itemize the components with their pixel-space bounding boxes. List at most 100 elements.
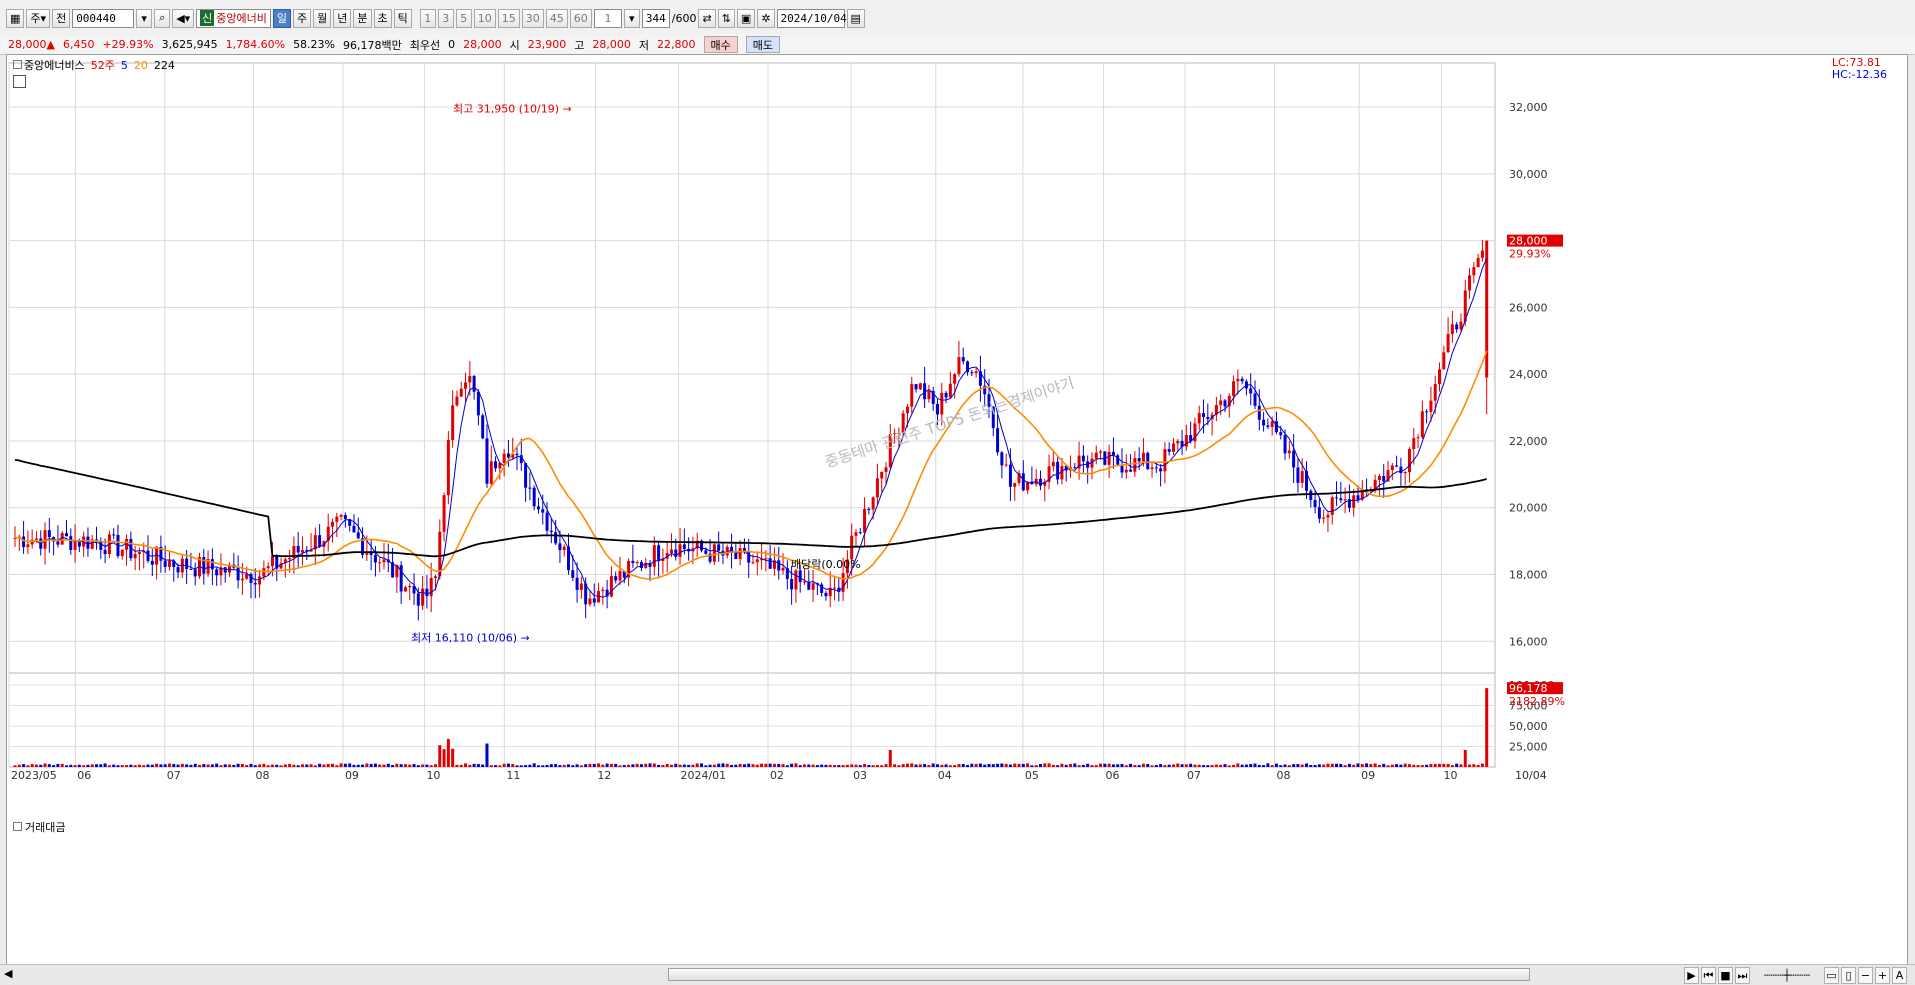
candle-body [1146, 452, 1150, 470]
interval-45-button[interactable]: 45 [545, 8, 568, 28]
volume-bar [494, 765, 498, 767]
interval-30-button[interactable]: 30 [521, 8, 544, 28]
candle-body [1240, 378, 1244, 382]
candle-body [824, 592, 828, 597]
candle-body [356, 532, 360, 539]
period-week-button[interactable]: 주 [293, 8, 312, 28]
candle-body [266, 566, 270, 569]
mode-prev-button[interactable]: 전 [52, 8, 71, 28]
open-label: 시 [509, 38, 520, 52]
save-icon[interactable]: ▣ [736, 8, 756, 28]
period-day-button[interactable]: 일 [272, 8, 292, 28]
candle-body [657, 545, 661, 562]
volume-bar [687, 764, 691, 767]
period-tick-button[interactable]: 틱 [393, 8, 412, 28]
period-month-button[interactable]: 월 [313, 8, 332, 28]
candle-body [1403, 472, 1407, 474]
candle-body [1073, 467, 1077, 469]
compare-icon[interactable]: ⇄ [698, 8, 716, 28]
volume-bar [309, 764, 313, 767]
candle-body [1279, 432, 1283, 436]
indicator-icon[interactable]: ⇅ [717, 8, 735, 28]
volume-bar [361, 764, 365, 767]
settings-gear-icon[interactable]: ✲ [757, 8, 775, 28]
interval-10-button[interactable]: 10 [473, 8, 496, 28]
zoom-slider[interactable]: ┄┄┄┼┄┄┄ [1752, 968, 1822, 983]
grid-toggle-icon[interactable] [13, 75, 26, 88]
volume-bar [815, 765, 819, 767]
interval-3-button[interactable]: 3 [437, 8, 454, 28]
multiplier-dropdown-icon[interactable]: ▾ [623, 8, 640, 28]
toolbar: ▦ 주 ▾ 전 000440 ▾ ⌕ ◀▾ 신 중앙에너비 일 주 월 년 분 초 … [0, 0, 1915, 35]
chart-menu-icon[interactable]: ▦ [6, 8, 25, 28]
interval-5-button[interactable]: 5 [455, 8, 472, 28]
volume-bar [1270, 765, 1274, 767]
price-axis-label: 32,000 [1509, 101, 1548, 114]
candle-body [253, 582, 257, 585]
volume-bar [1253, 763, 1257, 767]
scroll-right-icon[interactable]: ▶ [1684, 967, 1699, 984]
candle-body [1407, 449, 1411, 473]
font-icon[interactable]: A [1892, 967, 1907, 984]
layout-icon[interactable]: ▭ [1824, 967, 1839, 984]
candle-body [794, 570, 798, 590]
search-icon[interactable]: ⌕ [154, 8, 171, 28]
volume-bar [1365, 763, 1369, 767]
stop-icon[interactable]: ■ [1718, 967, 1733, 984]
chart-scrollbar[interactable]: ◀ ▶ ⏮ ■ ⏭ ┄┄┄┼┄┄┄ ▭ ▯ − + A [0, 964, 1915, 985]
period-year-button[interactable]: 년 [333, 8, 352, 28]
sell-button[interactable]: 매도 [745, 36, 780, 53]
stock-code-input[interactable]: 000440 [72, 8, 135, 28]
interval-15-button[interactable]: 15 [497, 8, 520, 28]
volume-bar [691, 764, 695, 767]
scroll-left-icon[interactable]: ◀ [4, 967, 12, 980]
zoom-out-icon[interactable]: − [1858, 967, 1873, 984]
volume-bar [275, 764, 279, 767]
candle-body [910, 384, 914, 407]
volume-bar [1455, 763, 1459, 767]
split-icon[interactable]: ▯ [1841, 967, 1856, 984]
last-icon[interactable]: ⏭ [1735, 967, 1750, 984]
candle-body [56, 541, 60, 545]
volume-bar [1090, 765, 1094, 767]
scrollbar-thumb[interactable] [668, 968, 1530, 981]
first-icon[interactable]: ⏮ [1701, 967, 1716, 984]
candle-body [953, 374, 957, 384]
time-axis-label: 08 [255, 769, 269, 782]
multiplier-input[interactable]: 1 [593, 8, 622, 28]
volume-bar [781, 764, 785, 767]
date-input[interactable]: 2024/10/04 [776, 8, 847, 28]
volume-bar [1330, 763, 1334, 767]
period-second-button[interactable]: 초 [373, 8, 392, 28]
period-minute-button[interactable]: 분 [353, 8, 372, 28]
speaker-icon[interactable]: ◀▾ [172, 8, 195, 28]
volume-bar [1000, 763, 1004, 767]
zoom-in-icon[interactable]: + [1875, 967, 1890, 984]
candle-body [1300, 471, 1304, 483]
volume-bar [240, 763, 244, 767]
candle-body [1129, 469, 1133, 472]
calendar-icon[interactable]: ▤ [846, 8, 865, 28]
candle-body [1274, 421, 1278, 433]
lc-hc-readout: LC:73.81 HC:-12.36 [1832, 57, 1887, 81]
buy-button[interactable]: 매수 [703, 36, 738, 53]
volume-bar [1335, 763, 1339, 767]
candle-body [133, 553, 137, 559]
stock-name-field[interactable]: 신 중앙에너비 [196, 8, 271, 28]
volume-bar [1111, 764, 1115, 767]
volume-bar [927, 765, 931, 767]
bar-count-input[interactable]: 344 [641, 8, 670, 28]
candle-body [1056, 461, 1060, 480]
candle-body [914, 384, 918, 390]
code-dropdown-icon[interactable]: ▾ [136, 8, 153, 28]
volume-bar [279, 765, 283, 767]
interval-60-button[interactable]: 60 [569, 8, 592, 28]
mode-main-select[interactable]: 주 ▾ [26, 8, 51, 28]
volume-bar [39, 764, 43, 767]
candle-body [1450, 324, 1454, 334]
chart-area[interactable]: 32,000 30,000 28,000 26,000 24,000 22,000 20,0… [6, 54, 1908, 966]
candle-body [472, 376, 476, 392]
interval-1-button[interactable]: 1 [419, 8, 436, 28]
candle-body [167, 560, 171, 567]
volume-bar [1450, 765, 1454, 767]
